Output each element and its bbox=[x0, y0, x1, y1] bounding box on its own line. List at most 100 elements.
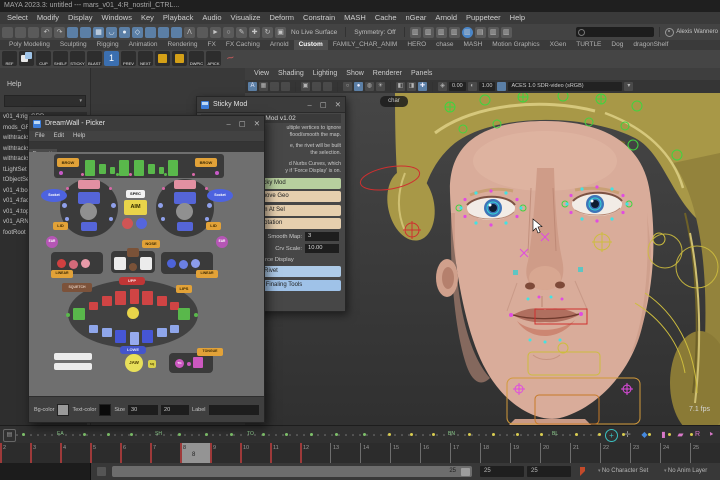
picker-control[interactable] bbox=[80, 203, 97, 220]
picker-control[interactable] bbox=[164, 173, 167, 176]
shelf-tab-animation[interactable]: Animation bbox=[124, 40, 163, 50]
select-mask-object-icon[interactable] bbox=[80, 26, 91, 38]
clapperboard-icon[interactable]: ▤ bbox=[474, 26, 486, 38]
picker-control[interactable] bbox=[89, 325, 98, 333]
new-scene-icon[interactable] bbox=[2, 26, 13, 38]
frame-24[interactable]: 24 bbox=[660, 443, 690, 463]
paint-select-tool-icon[interactable]: ✎ bbox=[236, 26, 247, 38]
chevron-down-icon[interactable]: ▾ bbox=[624, 82, 634, 91]
shelf-button-blast[interactable]: BLAST bbox=[87, 51, 102, 66]
smooth-map-field[interactable]: 3 bbox=[305, 232, 339, 242]
wireframe-icon[interactable]: ○ bbox=[343, 82, 352, 91]
shelf-button-cup[interactable]: CUP bbox=[36, 51, 51, 66]
picker-control[interactable] bbox=[127, 307, 139, 319]
pose-marker-label-ea[interactable]: EA bbox=[57, 431, 64, 437]
render-settings-icon[interactable]: ▥ bbox=[448, 26, 460, 38]
shelf-buttons[interactable]: REF CUP SHELF STICKY BLAST 1 PREV NEXT DWPIC APIC… bbox=[0, 49, 720, 68]
menu-arnold[interactable]: Arnold bbox=[435, 12, 457, 24]
set-key-icon[interactable] bbox=[580, 467, 585, 476]
crv-scale-field[interactable]: 10.00 bbox=[305, 244, 339, 254]
frame-23[interactable]: 23 bbox=[630, 443, 660, 463]
frame-20[interactable]: 20 bbox=[540, 443, 570, 463]
shelf-button-1[interactable]: 1 bbox=[104, 51, 119, 66]
viewport-menu-show[interactable]: Show bbox=[346, 68, 364, 80]
picker-control[interactable] bbox=[62, 203, 67, 208]
move-tool-icon[interactable]: + bbox=[605, 429, 618, 442]
search-input[interactable] bbox=[576, 27, 655, 37]
pose-marker-label-to[interactable]: TO bbox=[247, 431, 254, 437]
main-menu-bar[interactable]: Select Modify Display Windows Key Playback Aud… bbox=[0, 12, 720, 24]
shelf-button-cubes[interactable] bbox=[19, 51, 34, 66]
picker-control[interactable] bbox=[157, 296, 167, 306]
picker-control[interactable] bbox=[142, 291, 153, 305]
viewport-menu-renderer[interactable]: Renderer bbox=[373, 68, 402, 80]
pose-marker-yellow[interactable] bbox=[468, 433, 471, 436]
picker-control[interactable] bbox=[115, 291, 126, 305]
frame-19[interactable]: 19 bbox=[510, 443, 540, 463]
picker-control[interactable] bbox=[111, 203, 116, 208]
menu-visualize[interactable]: Visualize bbox=[231, 12, 261, 24]
menu-display[interactable]: Display bbox=[68, 12, 93, 24]
symmetry-label[interactable]: Symmetry: Off bbox=[354, 29, 395, 36]
pose-marker-yellow[interactable] bbox=[432, 433, 435, 436]
folder-pink-icon[interactable]: ▰ bbox=[675, 429, 686, 440]
picker-control[interactable] bbox=[158, 203, 163, 208]
picker-control[interactable] bbox=[114, 257, 126, 270]
frame-14[interactable]: 14 bbox=[360, 443, 390, 463]
pose-marker-green[interactable] bbox=[205, 433, 208, 436]
pose-marker-green[interactable] bbox=[262, 433, 265, 436]
menu-windows[interactable]: Windows bbox=[102, 12, 132, 24]
menu-playback[interactable]: Playback bbox=[163, 12, 193, 24]
picker-titlebar[interactable]: DreamWall - Picker – ▢ ✕ bbox=[29, 116, 264, 132]
picker-pink-icon[interactable]: R bbox=[692, 429, 703, 440]
size-width-field[interactable]: 30 bbox=[128, 404, 159, 415]
shelf-tab-bar[interactable]: Poly Modeling Sculpting Rigging Animation Re… bbox=[0, 40, 720, 50]
ipr-render-icon[interactable]: ▥ bbox=[422, 26, 434, 38]
picker-canvas[interactable]: BROW BROW Socket Socket SPEC AIM LID LID… bbox=[29, 152, 264, 396]
lock-selection-icon[interactable]: Λ bbox=[184, 26, 195, 38]
move-tool-icon[interactable]: ✚ bbox=[249, 26, 260, 38]
film-gate-icon[interactable] bbox=[270, 82, 279, 91]
gamma-field[interactable]: 1.00 bbox=[478, 82, 496, 91]
frame-3[interactable]: 3 bbox=[30, 443, 60, 463]
pose-marker-green[interactable] bbox=[230, 433, 233, 436]
shelf-tab-poly-modeling[interactable]: Poly Modeling bbox=[4, 40, 55, 50]
camera-attributes-icon[interactable]: ▣ bbox=[301, 82, 310, 91]
frame-6[interactable]: 6 bbox=[120, 443, 150, 463]
picker-menu-bar[interactable]: File Edit Help bbox=[29, 131, 264, 142]
picker-control[interactable] bbox=[178, 308, 190, 320]
shelf-tab-family-char-anim[interactable]: FAMILY_CHAR_ANIM bbox=[328, 40, 403, 50]
picker-control[interactable] bbox=[140, 257, 152, 270]
shelf-button-ref[interactable]: REF bbox=[2, 51, 17, 66]
picker-control[interactable] bbox=[81, 222, 97, 231]
picker-control[interactable] bbox=[57, 259, 66, 268]
frame-22[interactable]: 22 bbox=[600, 443, 630, 463]
picker-control[interactable] bbox=[161, 217, 165, 221]
jaw-squash-button[interactable]: SQ bbox=[148, 360, 156, 368]
picker-control[interactable] bbox=[215, 171, 219, 175]
picker-control[interactable] bbox=[115, 330, 126, 343]
viewport-icon-bar[interactable]: A ▦ ▣ ○ ● ◍ ☀ ◧ ◨ ✚ ◈ 0.00 ◐ 1.00 ACES 1… bbox=[245, 80, 720, 93]
picker-control[interactable] bbox=[187, 362, 191, 366]
colormanagement-icon[interactable] bbox=[497, 82, 507, 91]
pose-marker-green[interactable] bbox=[130, 433, 133, 436]
colorspace-dropdown[interactable]: ACES 1.0 SDR-video (sRGB) bbox=[508, 82, 623, 91]
resolution-gate-icon[interactable] bbox=[281, 82, 290, 91]
pose-marker-yellow[interactable] bbox=[668, 433, 671, 436]
picker-control[interactable] bbox=[102, 328, 112, 337]
pose-marker-label-sh[interactable]: SH bbox=[155, 431, 162, 437]
picker-control[interactable] bbox=[85, 160, 95, 176]
menu-ngear[interactable]: nGear bbox=[406, 12, 427, 24]
picker-control[interactable] bbox=[142, 330, 153, 343]
shelf-button-swoosh[interactable]: ~ bbox=[221, 49, 239, 67]
range-slider-row[interactable]: 25 25 25 No Character Set No Anim Layer bbox=[0, 463, 720, 480]
outliner-filter-dropdown[interactable] bbox=[4, 95, 86, 107]
frame-25[interactable]: 25 bbox=[690, 443, 720, 463]
close-button[interactable]: ✕ bbox=[335, 100, 341, 109]
camera-name-pill[interactable]: char bbox=[380, 96, 408, 107]
picker-control[interactable] bbox=[119, 160, 129, 176]
frame-12[interactable]: 12 bbox=[300, 443, 330, 463]
picker-control[interactable] bbox=[205, 187, 208, 190]
snap-grid-icon[interactable]: ▦ bbox=[93, 26, 104, 38]
command-line[interactable] bbox=[0, 463, 91, 480]
